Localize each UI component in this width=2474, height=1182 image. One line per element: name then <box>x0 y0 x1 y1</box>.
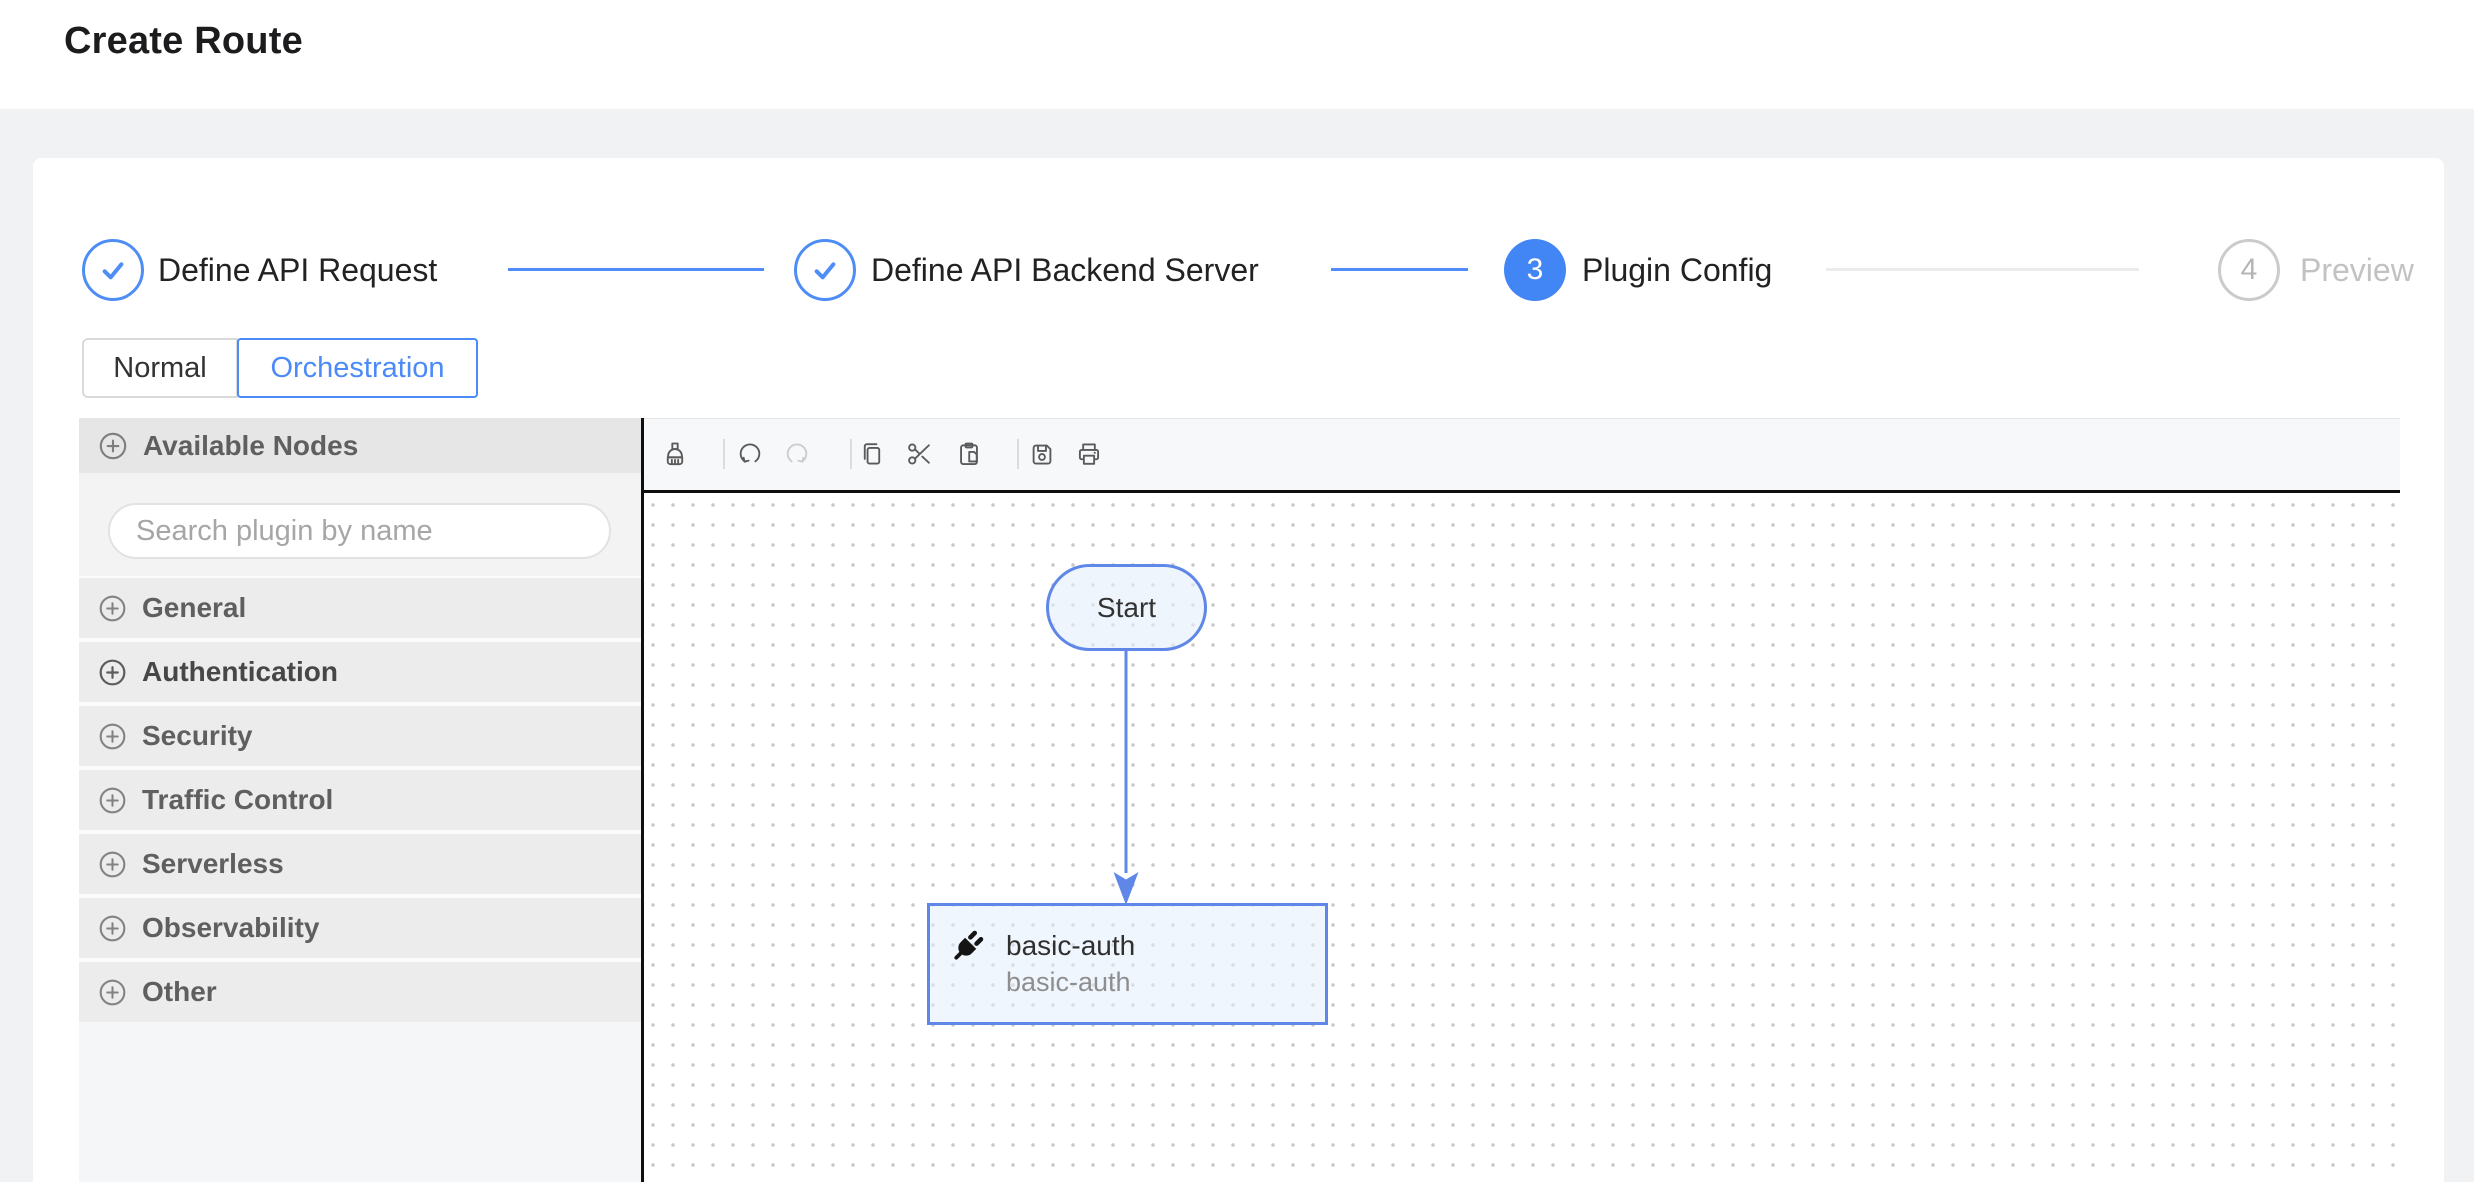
toolbar-divider <box>1017 439 1019 469</box>
print-button[interactable] <box>1075 440 1103 468</box>
category-label: Authentication <box>142 656 338 687</box>
plus-circle-icon <box>96 720 129 753</box>
sidebar-header-label: Available Nodes <box>143 429 359 461</box>
undo-button[interactable] <box>736 440 764 468</box>
flow-canvas[interactable]: Start basic-auth basic-auth <box>644 493 2400 1182</box>
plus-circle-icon <box>96 976 129 1009</box>
plugin-plug-icon <box>944 924 990 975</box>
copy-button[interactable] <box>858 440 886 468</box>
step-2-check-icon <box>794 239 856 301</box>
redo-icon <box>786 443 808 463</box>
sidebar-item-observability[interactable]: Observability <box>79 898 641 958</box>
plus-circle-icon <box>96 429 130 463</box>
sidebar-header: Available Nodes <box>79 418 641 473</box>
cut-button[interactable] <box>905 440 933 468</box>
step-3-label: Plugin Config <box>1582 252 1773 288</box>
step-2-label: Define API Backend Server <box>871 252 1259 288</box>
step-4-number: 4 <box>2218 239 2280 301</box>
edge-start-to-basic-auth <box>1113 651 1139 905</box>
step-3-number: 3 <box>1504 239 1566 301</box>
node-subtitle: basic-auth <box>1006 967 1131 997</box>
save-floppy-icon <box>1032 444 1052 465</box>
sidebar-item-general[interactable]: General <box>79 578 641 638</box>
plus-circle-icon <box>96 656 129 689</box>
tab-orchestration[interactable]: Orchestration <box>237 338 478 398</box>
redo-button[interactable] <box>783 440 811 468</box>
node-basic-auth[interactable]: basic-auth basic-auth <box>927 903 1328 1025</box>
tab-normal[interactable]: Normal <box>82 338 238 398</box>
plus-circle-icon <box>96 912 129 945</box>
cut-scissors-icon <box>908 443 930 465</box>
toolbar-divider <box>723 439 725 469</box>
sidebar-item-other[interactable]: Other <box>79 962 641 1022</box>
plus-circle-icon <box>96 848 129 881</box>
category-label: Observability <box>142 912 320 943</box>
node-start[interactable]: Start <box>1046 564 1207 651</box>
clear-button[interactable] <box>661 440 689 468</box>
step-4-label: Preview <box>2300 252 2414 288</box>
paste-button[interactable] <box>955 440 983 468</box>
page-title: Create Route <box>64 20 303 62</box>
sidebar-item-serverless[interactable]: Serverless <box>79 834 641 894</box>
copy-icon <box>863 443 881 465</box>
toolbar-divider <box>850 439 852 469</box>
node-title: basic-auth <box>1006 930 1136 961</box>
create-route-page: Create Route Define API Request Define A… <box>0 0 2474 1182</box>
step-connector <box>1826 268 2139 271</box>
step-connector <box>1331 268 1468 271</box>
category-label: Traffic Control <box>142 784 334 815</box>
clear-broom-icon <box>666 442 684 466</box>
category-label: Security <box>142 720 253 751</box>
plus-circle-icon <box>96 784 129 817</box>
undo-icon <box>739 443 761 463</box>
top-bar: Create Route <box>0 0 2474 109</box>
step-connector <box>508 268 764 271</box>
sidebar-item-traffic-control[interactable]: Traffic Control <box>79 770 641 830</box>
print-icon <box>1078 443 1100 465</box>
category-label: Other <box>142 976 217 1007</box>
sidebar-filler <box>79 1022 641 1182</box>
step-1-check-icon <box>82 239 144 301</box>
search-input[interactable] <box>108 503 611 559</box>
sidebar-item-security[interactable]: Security <box>79 706 641 766</box>
plus-circle-icon <box>96 592 129 625</box>
step-1-label: Define API Request <box>158 252 438 288</box>
category-label: Serverless <box>142 848 284 879</box>
save-button[interactable] <box>1028 440 1056 468</box>
category-label: General <box>142 592 247 623</box>
sidebar-item-authentication[interactable]: Authentication <box>79 642 641 702</box>
paste-icon <box>960 442 978 465</box>
